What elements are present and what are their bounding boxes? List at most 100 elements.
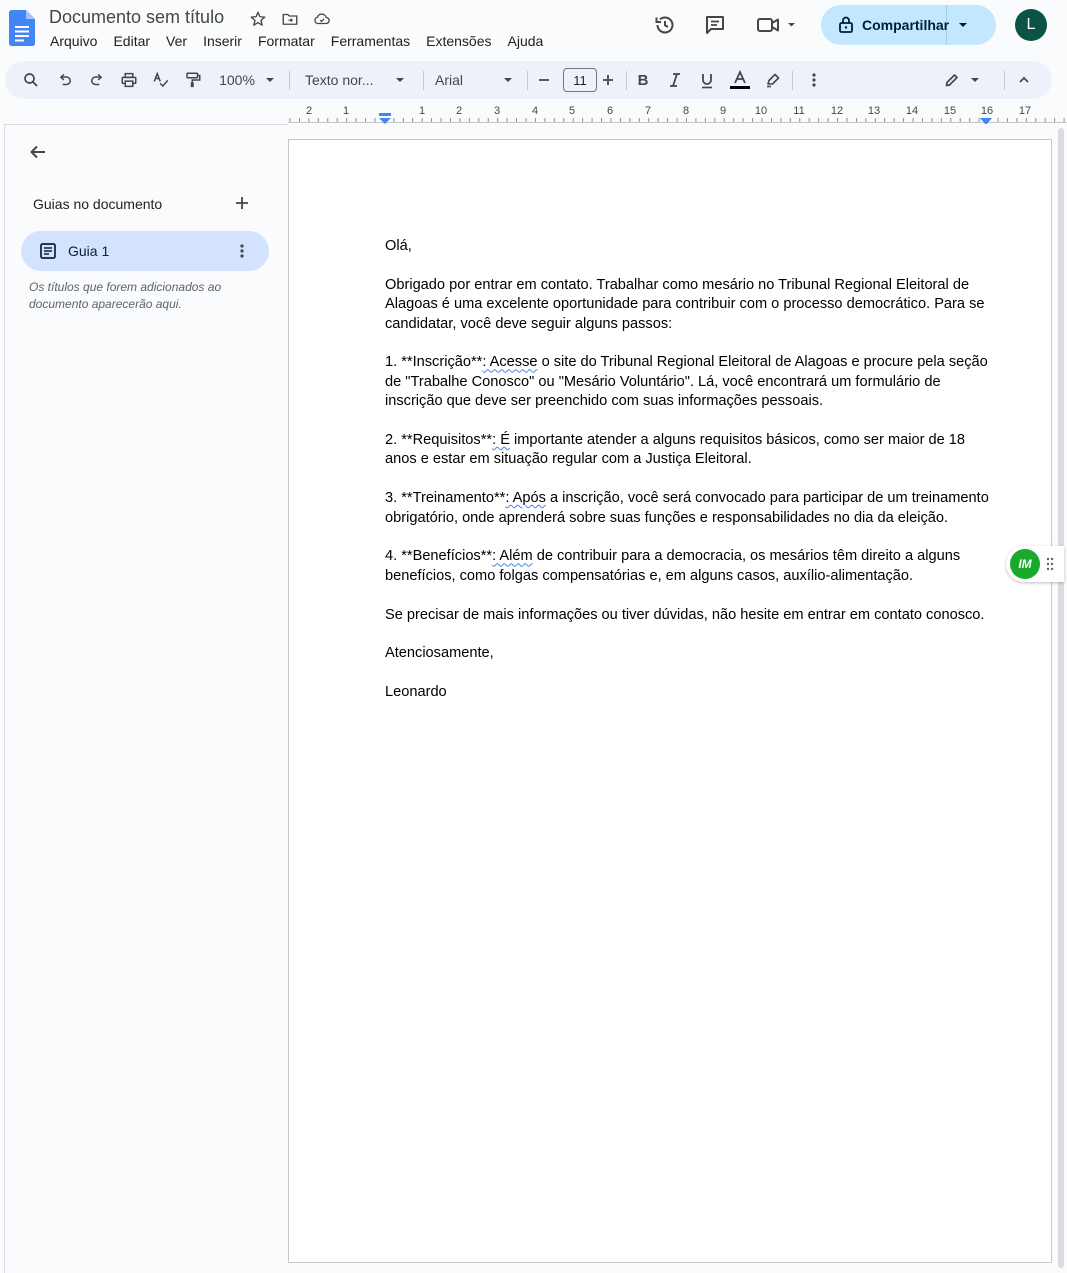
- list-item: 2. **Requisitos**: É importante atender …: [385, 431, 991, 470]
- document-tabs-panel: Guias no documento Guia 1 Os títulos que…: [4, 124, 289, 1273]
- ruler-label: 1: [418, 105, 426, 117]
- share-button[interactable]: Compartilhar: [821, 5, 950, 45]
- vertical-scrollbar[interactable]: [1056, 124, 1067, 1272]
- decrease-font-size-icon[interactable]: [533, 61, 555, 99]
- document-page[interactable]: Olá, Obrigado por entrar em contato. Tra…: [288, 139, 1052, 1263]
- paragraph-style-value: Texto nor...: [305, 72, 374, 88]
- collapse-menus-icon[interactable]: [1013, 61, 1035, 99]
- highlight-color-icon[interactable]: [762, 61, 784, 99]
- font-family-value: Arial: [435, 72, 464, 88]
- tab-label: Guia 1: [68, 243, 110, 259]
- undo-icon[interactable]: [53, 61, 77, 99]
- toolbar-divider: [1004, 71, 1005, 90]
- share-label: Compartilhar: [862, 17, 950, 33]
- menu-formatar[interactable]: Formatar: [250, 31, 323, 51]
- tab-options-icon[interactable]: [231, 240, 253, 262]
- font-family-select[interactable]: Arial: [429, 61, 527, 99]
- share-button-group: Compartilhar: [821, 5, 996, 45]
- document-body[interactable]: Olá, Obrigado por entrar em contato. Tra…: [385, 237, 991, 722]
- paragraph-style-select[interactable]: Texto nor...: [297, 61, 421, 99]
- guides-heading: Guias no documento: [33, 196, 163, 212]
- menu-inserir[interactable]: Inserir: [195, 31, 250, 51]
- outline-empty-hint: Os títulos que forem adicionados ao docu…: [29, 280, 222, 311]
- ruler-label: 4: [531, 105, 539, 117]
- intro-paragraph: Obrigado por entrar em contato. Trabalha…: [385, 276, 985, 332]
- version-history-icon[interactable]: [647, 7, 683, 43]
- addon-logo[interactable]: IM: [1010, 549, 1040, 579]
- item-lead: 4. **Benefícios**: [385, 548, 493, 565]
- text-color-icon[interactable]: [728, 61, 752, 99]
- tab-guia-1[interactable]: Guia 1: [21, 231, 269, 271]
- spelling-flag[interactable]: : É: [492, 432, 510, 448]
- cloud-saved-icon[interactable]: [311, 8, 333, 30]
- item-lead: 3. **Treinamento**: [385, 490, 506, 507]
- more-options-icon[interactable]: [804, 61, 824, 99]
- bold-icon[interactable]: B: [632, 61, 654, 99]
- spellcheck-icon[interactable]: [149, 61, 173, 99]
- avatar[interactable]: L: [1015, 9, 1047, 41]
- closing-paragraph: Se precisar de mais informações ou tiver…: [385, 606, 985, 623]
- spelling-flag[interactable]: : Além: [492, 548, 533, 564]
- addon-widget[interactable]: IM: [1006, 546, 1064, 582]
- chevron-down-icon: [265, 78, 274, 82]
- spelling-flag[interactable]: : Após: [505, 490, 546, 506]
- greeting-paragraph: Olá,: [385, 238, 412, 254]
- zoom-select[interactable]: 100%: [212, 61, 282, 99]
- chevron-down-icon: [396, 78, 405, 82]
- menu-ver[interactable]: Ver: [158, 31, 195, 51]
- ruler-baseline: [288, 122, 1067, 123]
- star-icon[interactable]: [247, 8, 269, 30]
- signature: Leonardo: [385, 684, 447, 701]
- chevron-down-icon: [971, 78, 979, 82]
- lock-icon: [838, 15, 854, 36]
- formatting-toolbar: 100% Texto nor... Arial 11 B: [5, 61, 1052, 99]
- ruler-label: 10: [754, 105, 768, 117]
- print-icon[interactable]: [117, 61, 141, 99]
- back-arrow-icon[interactable]: [25, 139, 51, 165]
- toolbar-divider: [289, 71, 290, 90]
- list-item: 3. **Treinamento**: Após a inscrição, vo…: [385, 489, 991, 528]
- ruler[interactable]: 2 1 1 2 3 4 5 6 7 8 9 10 11 12 13 14 15 …: [288, 104, 1067, 125]
- menu-extensoes[interactable]: Extensões: [418, 31, 499, 51]
- ruler-label: 2: [455, 105, 463, 117]
- drag-handle-icon[interactable]: [1046, 557, 1054, 571]
- paint-format-icon[interactable]: [181, 61, 205, 99]
- ruler-label: 14: [905, 105, 919, 117]
- docs-logo-icon[interactable]: [9, 10, 35, 46]
- toolbar-divider: [792, 71, 793, 90]
- menu-ajuda[interactable]: Ajuda: [500, 31, 552, 51]
- add-tab-icon[interactable]: [231, 192, 253, 214]
- scrollbar-thumb[interactable]: [1058, 128, 1064, 1268]
- ruler-label: 1: [342, 105, 350, 117]
- editing-mode-select[interactable]: [937, 61, 987, 99]
- app-header: Documento sem título Arquivo Editar Ver …: [0, 0, 1067, 58]
- toolbar-divider: [423, 71, 424, 90]
- toolbar-divider: [527, 71, 528, 90]
- document-title[interactable]: Documento sem título: [49, 7, 224, 28]
- italic-icon[interactable]: [664, 61, 686, 99]
- meet-video-icon[interactable]: [752, 7, 802, 43]
- zoom-value: 100%: [219, 72, 255, 88]
- share-dropdown-icon[interactable]: [947, 5, 979, 45]
- spelling-flag[interactable]: : Acesse: [482, 354, 537, 370]
- font-size-input[interactable]: 11: [563, 68, 597, 92]
- ruler-label: 11: [793, 105, 805, 117]
- menu-ferramentas[interactable]: Ferramentas: [323, 31, 418, 51]
- menu-bar: Arquivo Editar Ver Inserir Formatar Ferr…: [42, 31, 551, 51]
- ruler-label: 2: [305, 105, 313, 117]
- search-menus-icon[interactable]: [19, 61, 43, 99]
- redo-icon[interactable]: [85, 61, 109, 99]
- comments-icon[interactable]: [697, 7, 733, 43]
- menu-editar[interactable]: Editar: [105, 31, 158, 51]
- item-lead: 2. **Requisitos**: [385, 432, 493, 449]
- list-item: 4. **Benefícios**: Além de contribuir pa…: [385, 547, 991, 586]
- ruler-label: 15: [943, 105, 957, 117]
- signoff: Atenciosamente,: [385, 645, 494, 662]
- move-folder-icon[interactable]: [279, 8, 301, 30]
- menu-arquivo[interactable]: Arquivo: [42, 31, 105, 51]
- underline-icon[interactable]: [696, 61, 718, 99]
- ruler-label: 7: [644, 105, 652, 117]
- ruler-label: 12: [830, 105, 844, 117]
- ruler-label: 13: [867, 105, 881, 117]
- increase-font-size-icon[interactable]: [597, 61, 619, 99]
